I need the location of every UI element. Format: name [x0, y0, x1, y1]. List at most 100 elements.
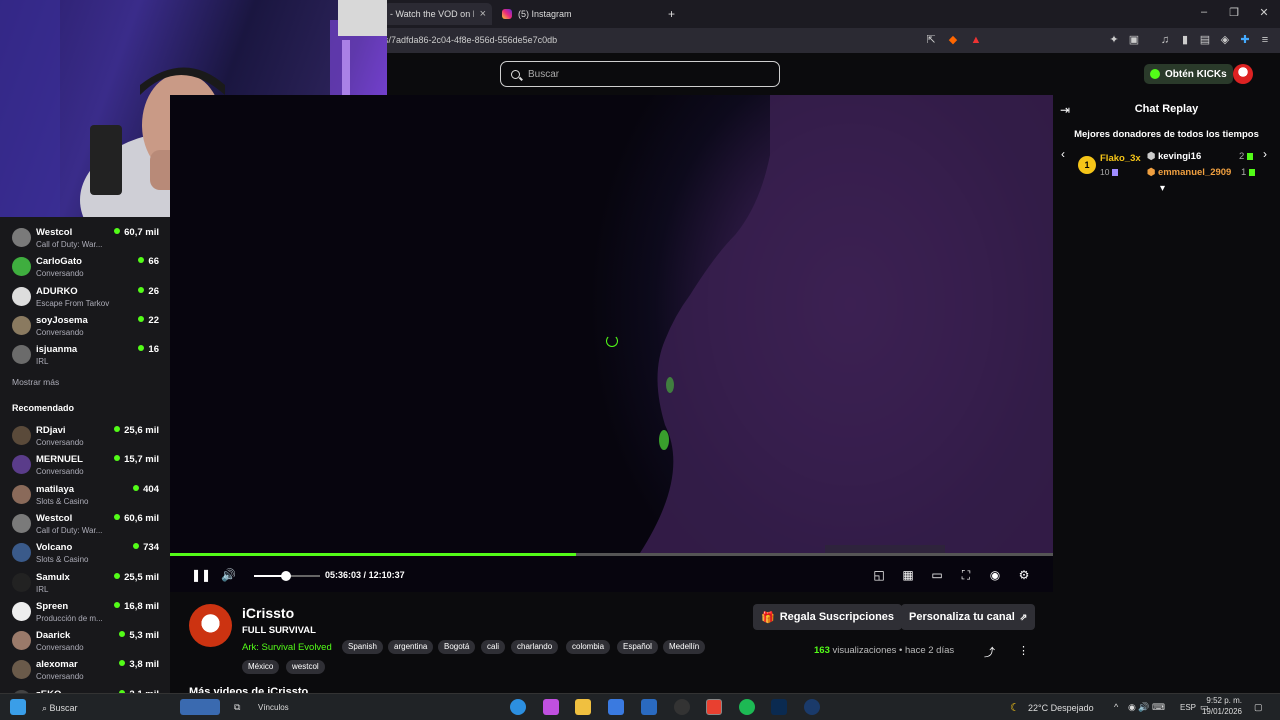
- copilot-icon[interactable]: [543, 699, 559, 715]
- progress-bar[interactable]: [170, 553, 1053, 556]
- stream-tag[interactable]: Medellín: [663, 640, 706, 654]
- wallet-icon[interactable]: ▤: [1198, 33, 1212, 47]
- sidebar-channel[interactable]: Daarick Conversando 5,3 mil: [0, 626, 170, 655]
- url-text[interactable]: s/7adfda86-2c04-4f8e-856d-556de5e7c0db: [384, 35, 557, 45]
- sidebar-channel[interactable]: matilaya Slots & Casino 404: [0, 480, 170, 509]
- stream-tag[interactable]: argentina: [388, 640, 434, 654]
- screenshot-icon[interactable]: ▣: [1127, 33, 1141, 47]
- donor-name[interactable]: Flako_3x: [1100, 153, 1141, 164]
- sidebar-channel[interactable]: Samulx IRL 25,5 mil: [0, 568, 170, 597]
- show-more-link[interactable]: Mostrar más: [12, 377, 59, 387]
- sidebar-channel[interactable]: alexomar Conversando 3,8 mil: [0, 655, 170, 684]
- music-icon[interactable]: ♫: [1158, 33, 1172, 47]
- rank-badge: 1: [1078, 156, 1096, 174]
- links-toolbar[interactable]: Vínculos: [258, 703, 289, 712]
- channel-name[interactable]: iCrissto: [242, 605, 294, 621]
- sidebar-channel[interactable]: Spreen Producción de m... 16,8 mil: [0, 597, 170, 626]
- tab-label: - Watch the VOD on K: [390, 9, 474, 19]
- vpn-icon[interactable]: ◈: [1218, 33, 1232, 47]
- previous-donors-icon[interactable]: ‹: [1061, 147, 1065, 161]
- windows-taskbar: ⌕ Buscar ⧉ Vínculos ☾ 22°C Despejado ^ ◉…: [0, 693, 1280, 720]
- brave-icon[interactable]: [706, 699, 722, 715]
- donor-name[interactable]: ⬢ kevingi16: [1147, 151, 1201, 162]
- tab-instagram[interactable]: (5) Instagram: [496, 3, 666, 25]
- next-donors-icon[interactable]: ›: [1263, 147, 1267, 161]
- donor-name[interactable]: ⬢ emmanuel_2909: [1147, 167, 1231, 178]
- mail-icon[interactable]: [641, 699, 657, 715]
- edge-icon[interactable]: [510, 699, 526, 715]
- theater-mode-icon[interactable]: ▭: [930, 568, 944, 582]
- brave-shield-icon[interactable]: ◆: [946, 33, 960, 47]
- sidebar-channel[interactable]: Westcol Call of Duty: War... 60,6 mil: [0, 509, 170, 538]
- obs-icon[interactable]: [674, 699, 690, 715]
- tab-kick-vod[interactable]: - Watch the VOD on K ×: [384, 3, 492, 25]
- volume-icon[interactable]: 🔊: [221, 568, 236, 582]
- clock-date[interactable]: 19/01/2026: [1198, 707, 1242, 716]
- taskbar-search[interactable]: ⌕ Buscar: [42, 703, 78, 714]
- stream-tag[interactable]: Spanish: [342, 640, 383, 654]
- settings-gear-icon[interactable]: ⚙: [1017, 568, 1031, 582]
- viewer-count: 3,8 mil: [119, 659, 159, 670]
- more-options-icon[interactable]: ⋮: [1018, 644, 1029, 657]
- close-tab-icon[interactable]: ×: [480, 8, 486, 20]
- tray-chevron-icon[interactable]: ^: [1114, 702, 1118, 712]
- language-indicator[interactable]: ESP: [1180, 703, 1196, 712]
- sidebar-channel[interactable]: MERNUEL Conversando 15,7 mil: [0, 450, 170, 479]
- user-avatar[interactable]: [1233, 64, 1253, 84]
- store-icon[interactable]: [608, 699, 624, 715]
- new-tab-button[interactable]: +: [662, 3, 678, 25]
- channel-avatar: [12, 513, 31, 533]
- sidebar-channel[interactable]: soyJosema Conversando 22: [0, 311, 170, 340]
- close-window-icon[interactable]: ✕: [1254, 6, 1274, 19]
- video-player[interactable]: ❚❚ 🔊 05:36:03 / 12:10:37 ◱ ▦ ▭ ⛶ ◉ ⚙: [170, 95, 1053, 592]
- search-input[interactable]: Buscar: [500, 61, 780, 87]
- share-icon[interactable]: ⤴: [984, 644, 995, 660]
- pause-button[interactable]: ❚❚: [191, 568, 211, 582]
- customize-channel-button[interactable]: Personaliza tu canal ⇗: [901, 604, 1036, 630]
- windows-start-icon[interactable]: [10, 699, 26, 715]
- extension-icon[interactable]: ✚: [1238, 33, 1252, 47]
- stream-tag[interactable]: colombia: [566, 640, 611, 654]
- miniplayer-icon[interactable]: ◱: [872, 568, 886, 582]
- video-frame[interactable]: [170, 95, 1053, 553]
- notifications-icon[interactable]: ▢: [1254, 702, 1263, 713]
- extensions-icon[interactable]: ✦: [1107, 33, 1121, 47]
- sidebar-channel[interactable]: Westcol Call of Duty: War... 60,7 mil: [0, 223, 170, 252]
- clip-icon[interactable]: ▦: [901, 568, 915, 582]
- share-icon[interactable]: ⇱: [924, 33, 938, 47]
- volume-handle[interactable]: [281, 571, 291, 581]
- channel-avatar[interactable]: [189, 604, 232, 647]
- clock-time[interactable]: 9:52 p. m.: [1202, 696, 1242, 705]
- task-view-icon[interactable]: ⧉: [234, 702, 240, 713]
- expand-donors-icon[interactable]: ▾: [1160, 183, 1165, 194]
- playback-speed-icon[interactable]: ◉: [988, 568, 1002, 582]
- get-kicks-button[interactable]: Obtén KICKs: [1144, 64, 1233, 84]
- stream-tag[interactable]: Bogotá: [438, 640, 476, 654]
- gift-subs-button[interactable]: 🎁 Regala Suscripciones: [753, 604, 903, 630]
- search-highlight-image[interactable]: [180, 699, 220, 715]
- stream-tag[interactable]: cali: [481, 640, 506, 654]
- game-link[interactable]: Ark: Survival Evolved: [242, 642, 332, 653]
- steam-icon[interactable]: [804, 699, 820, 715]
- stream-tag[interactable]: México: [242, 660, 280, 674]
- sidebar-channel[interactable]: CarloGato Conversando 66: [0, 252, 170, 281]
- minimize-icon[interactable]: –: [1194, 6, 1214, 18]
- spotify-icon[interactable]: [739, 699, 755, 715]
- sidebar-channel[interactable]: Volcano Slots & Casino 734: [0, 538, 170, 567]
- stream-tag[interactable]: westcol: [286, 660, 325, 674]
- tray-icons[interactable]: ◉ 🔊 ⌨: [1128, 702, 1165, 713]
- weather-text[interactable]: 22°C Despejado: [1028, 703, 1094, 713]
- rewards-icon[interactable]: ▲: [969, 33, 983, 47]
- maximize-icon[interactable]: ❐: [1224, 6, 1244, 19]
- sidebar-channel[interactable]: RDjavi Conversando 25,6 mil: [0, 421, 170, 450]
- menu-icon[interactable]: ≡: [1258, 33, 1272, 47]
- sidebar-channel[interactable]: ADURKO Escape From Tarkov 26: [0, 282, 170, 311]
- fullscreen-icon[interactable]: ⛶: [959, 568, 973, 582]
- stream-tag[interactable]: Español: [617, 640, 658, 654]
- file-explorer-icon[interactable]: [575, 699, 591, 715]
- sidebar-channel[interactable]: zEKO2,1 mil: [0, 685, 170, 693]
- sidebar-channel[interactable]: isjuanma IRL 16: [0, 340, 170, 369]
- sidebar-icon[interactable]: ▮: [1178, 33, 1192, 47]
- stream-tag[interactable]: charlando: [511, 640, 559, 654]
- photoshop-icon[interactable]: [771, 699, 787, 715]
